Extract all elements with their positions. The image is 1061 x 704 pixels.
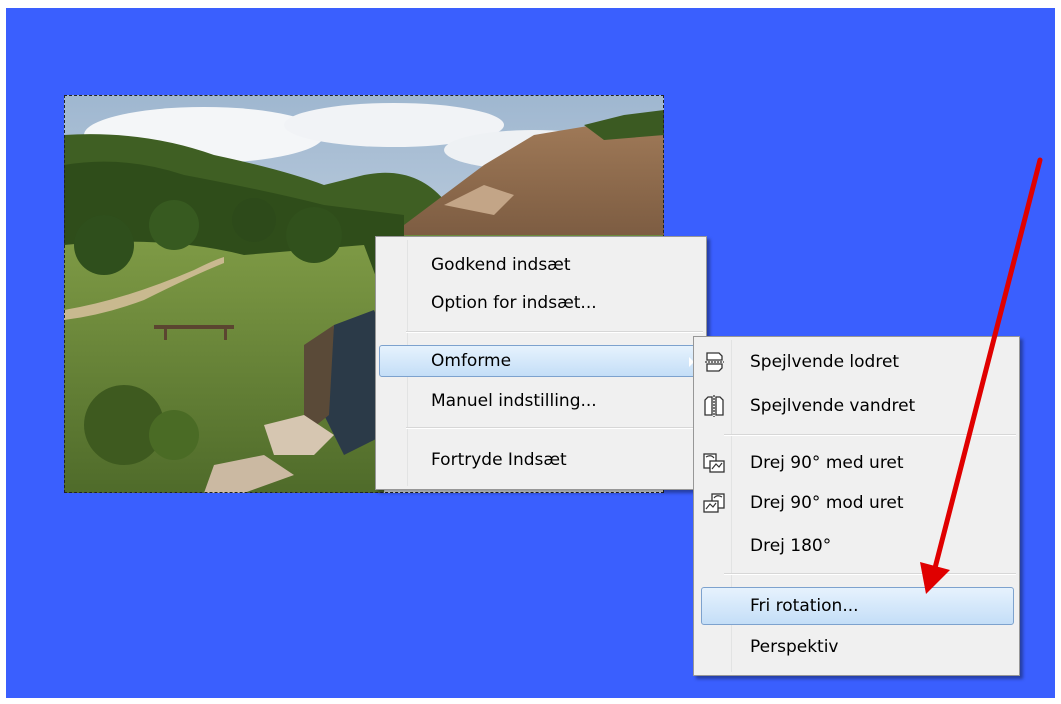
menu-item-label: Spejlvende lodret: [750, 352, 900, 372]
menu-item-label: Drej 90° mod uret: [750, 493, 904, 513]
menu-item-spejlvende-lodret[interactable]: Spejlvende lodret: [697, 346, 1016, 378]
menu-item-label: Godkend indsæt: [431, 255, 571, 275]
menu-item-option-for-indsaet[interactable]: Option for indsæt...: [379, 287, 703, 319]
menu-item-fri-rotation[interactable]: Fri rotation...: [701, 587, 1014, 625]
menu-item-manuel-indstilling[interactable]: Manuel indstilling...: [379, 385, 703, 417]
menu-separator: [406, 427, 703, 429]
flip-vertical-icon: [701, 350, 727, 374]
menu-item-drej-180[interactable]: Drej 180°: [697, 530, 1016, 562]
menu-item-drej-90-mod-uret[interactable]: Drej 90° mod uret: [697, 487, 1016, 519]
menu-item-label: Fri rotation...: [750, 596, 859, 616]
menu-item-label: Omforme: [431, 351, 512, 371]
transform-submenu: Spejlvende lodret Spejlvende vandret Dre…: [693, 336, 1020, 676]
menu-item-fortryde-indsaet[interactable]: Fortryde Indsæt: [379, 444, 703, 476]
menu-separator: [724, 573, 1016, 575]
menu-item-label: Drej 90° med uret: [750, 453, 904, 473]
rotate-clockwise-icon: [701, 451, 727, 475]
rotate-counterclockwise-icon: [701, 491, 727, 515]
menu-separator: [406, 331, 703, 333]
menu-item-spejlvende-vandret[interactable]: Spejlvende vandret: [697, 390, 1016, 422]
menu-item-drej-90-med-uret[interactable]: Drej 90° med uret: [697, 447, 1016, 479]
context-menu: Godkend indsæt Option for indsæt... Omfo…: [375, 236, 707, 490]
menu-item-label: Option for indsæt...: [431, 293, 597, 313]
menu-item-godkend-indsaet[interactable]: Godkend indsæt: [379, 249, 703, 281]
menu-item-perspektiv[interactable]: Perspektiv: [697, 631, 1016, 663]
menu-separator: [724, 434, 1016, 436]
menu-item-label: Drej 180°: [750, 536, 832, 556]
menu-item-label: Spejlvende vandret: [750, 396, 916, 416]
menu-item-omforme[interactable]: Omforme: [379, 345, 703, 377]
menu-item-label: Manuel indstilling...: [431, 391, 597, 411]
menu-item-label: Perspektiv: [750, 637, 839, 657]
flip-horizontal-icon: [701, 394, 727, 418]
menu-item-label: Fortryde Indsæt: [431, 450, 567, 470]
